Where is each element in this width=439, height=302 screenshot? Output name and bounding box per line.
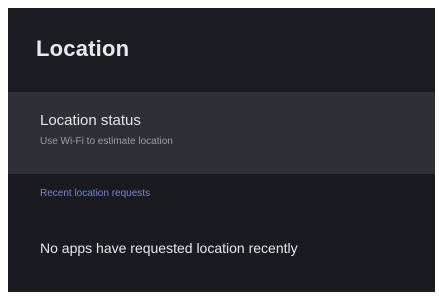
recent-location-requests-header: Recent location requests — [40, 188, 151, 199]
location-settings-screen: Location Location status Use Wi-Fi to es… — [8, 8, 435, 292]
location-status-item[interactable]: Location status Use Wi-Fi to estimate lo… — [8, 92, 435, 174]
location-status-title: Location status — [40, 112, 141, 129]
header: Location — [8, 8, 435, 88]
no-requests-message: No apps have requested location recently — [40, 240, 298, 256]
location-status-subtitle: Use Wi-Fi to estimate location — [40, 136, 173, 147]
page-title: Location — [36, 36, 130, 61]
